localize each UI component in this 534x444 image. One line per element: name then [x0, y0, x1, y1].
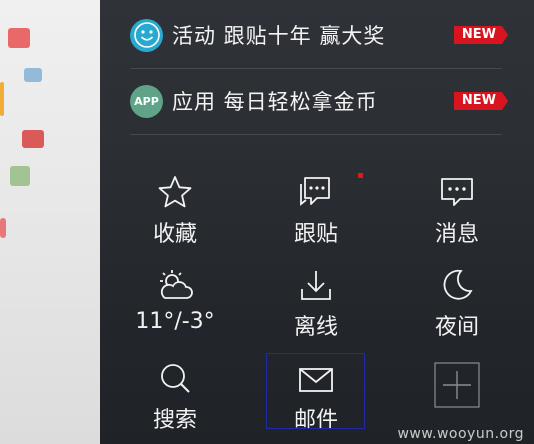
background-app-icon — [10, 166, 30, 186]
new-badge: NEW — [453, 26, 509, 44]
message-icon — [439, 172, 475, 210]
grid-label: 离线 — [293, 315, 338, 340]
grid-item-comments[interactable]: 跟贴 — [266, 172, 366, 252]
smiley-icon — [130, 18, 163, 52]
background-app-icon — [0, 218, 6, 238]
grid-label: 夜间 — [434, 315, 479, 340]
new-badge: NEW — [453, 92, 509, 110]
download-icon — [298, 265, 334, 303]
weather-icon — [155, 265, 195, 303]
grid-label: 消息 — [434, 222, 479, 247]
grid-item-messages[interactable]: 消息 — [407, 172, 507, 252]
grid-item-night-mode[interactable]: 夜间 — [407, 265, 507, 345]
add-icon — [434, 360, 480, 408]
unread-dot — [358, 173, 363, 178]
app-icon-text: APP — [134, 94, 159, 108]
comment-icon — [297, 172, 335, 210]
promo-row-app[interactable]: APP 应用 每日轻松拿金币 NEW — [130, 68, 509, 135]
grid-item-search[interactable]: 搜索 — [125, 358, 225, 438]
star-icon — [157, 172, 193, 210]
background-app-icon — [8, 28, 30, 48]
grid-item-offline[interactable]: 离线 — [266, 265, 366, 345]
app-icon: APP — [130, 84, 163, 118]
search-icon — [157, 358, 193, 396]
weather-temperature: 11°/-3° — [135, 309, 215, 334]
background-app-icon — [22, 130, 44, 148]
background-app-icon — [24, 68, 42, 82]
grid-item-favorites[interactable]: 收藏 — [125, 172, 225, 252]
grid-label: 搜索 — [152, 408, 197, 433]
promo-row-activity[interactable]: 活动 跟贴十年 赢大奖 NEW — [130, 2, 509, 69]
grid-item-weather[interactable]: 11°/-3° — [125, 265, 225, 345]
promo-label-app: 应用 每日轻松拿金币 — [172, 90, 378, 114]
moon-icon — [439, 265, 475, 303]
background-app-icon — [0, 82, 4, 116]
grid-label: 收藏 — [152, 222, 197, 247]
grid-label: 跟贴 — [293, 222, 338, 247]
watermark: www.wooyun.org — [397, 426, 524, 442]
promo-label-activity: 活动 跟贴十年 赢大奖 — [172, 24, 386, 48]
mail-focus-highlight — [266, 353, 365, 429]
background-app-strip[interactable] — [0, 0, 100, 444]
